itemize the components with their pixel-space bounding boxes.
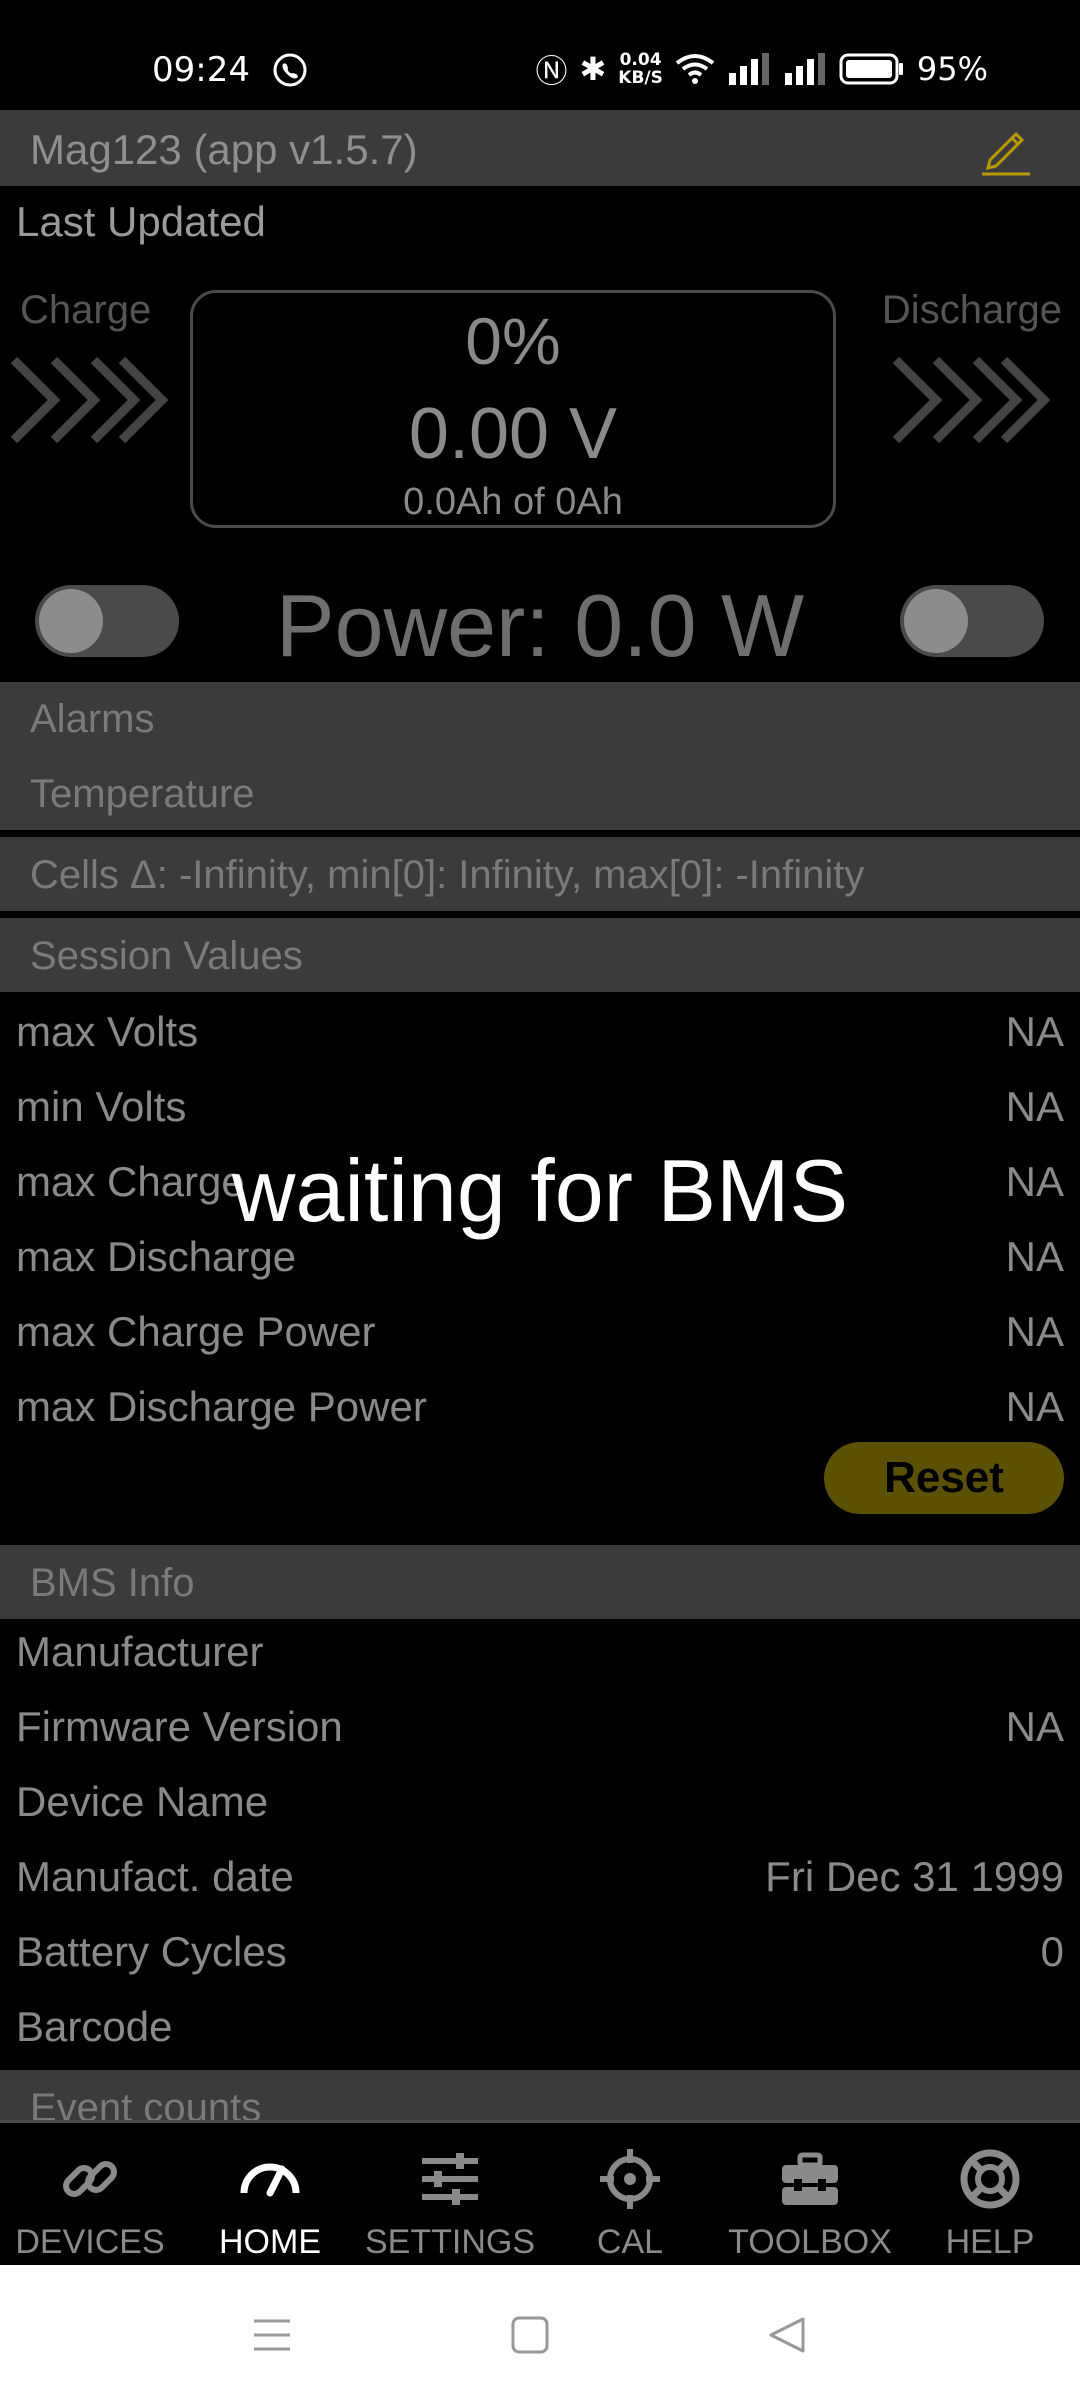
capacity-readout: 0.0Ah of 0Ah	[403, 481, 623, 523]
back-triangle-icon[interactable]	[765, 2313, 809, 2357]
nav-help[interactable]: HELP	[900, 2123, 1080, 2265]
voltage-readout: 0.00 V	[408, 394, 618, 474]
bluetooth-icon: ✱	[579, 50, 607, 88]
row-label: Device Name	[16, 1778, 269, 1825]
app-bar: Mag123 (app v1.5.7)	[0, 110, 1080, 186]
wifi-icon	[675, 54, 715, 84]
session-values-label: Session Values	[30, 934, 303, 978]
toolbox-icon	[782, 2152, 838, 2205]
event-counts-label: Event counts	[30, 2086, 262, 2120]
system-nav-bar	[0, 2265, 1080, 2400]
nav-label: DEVICES	[15, 2223, 165, 2261]
nav-label: SETTINGS	[364, 2223, 536, 2261]
row-label: Battery Cycles	[16, 1928, 287, 1975]
charge-arrows-icon	[10, 356, 168, 444]
session-row: max Volts NA	[0, 1000, 1080, 1075]
bms-row: Device Name	[0, 1770, 1080, 1845]
row-value: NA	[1005, 1008, 1064, 1055]
lifebuoy-icon	[960, 2149, 1020, 2209]
row-label: max Charge Power	[16, 1308, 376, 1355]
waiting-overlay: waiting for BMS	[231, 1141, 849, 1240]
event-counts-header[interactable]: Event counts	[0, 2070, 1080, 2120]
state-of-charge: 0%	[465, 304, 561, 378]
bms-info-label: BMS Info	[30, 1561, 195, 1605]
cells-section[interactable]: Cells Δ: -Infinity, min[0]: Infinity, ma…	[0, 837, 1080, 911]
bms-info-header[interactable]: BMS Info	[0, 1545, 1080, 1619]
viber-icon	[273, 53, 307, 87]
bms-row: Manufacturer	[0, 1620, 1080, 1695]
row-label: Manufact. date	[16, 1853, 294, 1900]
nav-label: HELP	[945, 2223, 1035, 2261]
nav-toolbox[interactable]: TOOLBOX	[720, 2123, 900, 2265]
bms-row: Battery Cycles 0	[0, 1920, 1080, 1995]
status-bar: 09:24 Ⓝ ✱ 0.04 KB/S 95%	[0, 0, 1080, 110]
alarms-label: Alarms	[30, 697, 155, 741]
battery-percent: 95%	[916, 50, 988, 88]
nav-devices[interactable]: DEVICES	[0, 2123, 180, 2265]
row-value: NA	[1005, 1083, 1064, 1130]
cells-summary: Cells Δ: -Infinity, min[0]: Infinity, ma…	[30, 853, 865, 897]
row-label: Barcode	[16, 2003, 173, 2050]
toggle-knob	[904, 589, 968, 653]
signal-icon	[728, 53, 769, 85]
row-value: Fri Dec 31 1999	[765, 1853, 1064, 1900]
nav-label: HOME	[219, 2223, 321, 2261]
bms-row: Barcode	[0, 1995, 1080, 2070]
discharge-label: Discharge	[881, 288, 1062, 332]
crosshair-icon	[600, 2149, 660, 2209]
home-square-icon[interactable]	[508, 2313, 552, 2357]
nav-cal[interactable]: CAL	[540, 2123, 720, 2265]
battery-icon	[839, 53, 903, 85]
nav-label: CAL	[596, 2223, 664, 2261]
status-icons: Ⓝ ✱ 0.04 KB/S 95%	[535, 46, 988, 92]
app-title: Mag123 (app v1.5.7)	[30, 126, 418, 173]
last-updated-label: Last Updated	[16, 198, 266, 245]
battery-gauge: 0% 0.00 V 0.0Ah of 0Ah	[190, 290, 836, 528]
signal-icon-2	[784, 53, 825, 85]
row-label: Firmware Version	[16, 1703, 343, 1750]
row-label: min Volts	[16, 1083, 187, 1130]
sliders-icon	[422, 2153, 478, 2205]
menu-icon[interactable]	[250, 2313, 294, 2357]
session-row: min Volts NA	[0, 1075, 1080, 1150]
discharge-arrows-icon	[892, 356, 1050, 444]
temperature-label: Temperature	[30, 772, 255, 816]
bms-row: Manufact. date Fri Dec 31 1999	[0, 1845, 1080, 1920]
row-label: max Volts	[16, 1008, 199, 1055]
row-value: NA	[1005, 1383, 1064, 1430]
discharge-toggle[interactable]	[900, 585, 1044, 657]
charge-label: Charge	[20, 288, 152, 332]
row-value: NA	[1005, 1308, 1064, 1355]
reset-button[interactable]: Reset	[824, 1442, 1064, 1514]
status-time: 09:24	[152, 50, 250, 90]
nav-home[interactable]: HOME	[180, 2123, 360, 2265]
session-row: max Charge Power NA	[0, 1300, 1080, 1375]
pencil-icon[interactable]	[976, 120, 1036, 180]
row-label: Manufacturer	[16, 1628, 264, 1675]
link-icon	[63, 2161, 117, 2197]
nfc-icon: Ⓝ	[535, 52, 568, 90]
nav-label: TOOLBOX	[728, 2223, 892, 2261]
nav-settings[interactable]: SETTINGS	[360, 2123, 540, 2265]
session-row: max Discharge Power NA	[0, 1375, 1080, 1450]
bottom-nav: DEVICES HOME SETTINGS CAL TOOLBOX HELP	[0, 2120, 1080, 2265]
network-speed: 0.04 KB/S	[618, 50, 663, 88]
speedometer-icon	[240, 2163, 300, 2197]
session-values-header[interactable]: Session Values	[0, 918, 1080, 992]
row-label: max Discharge Power	[16, 1383, 427, 1430]
bms-row: Firmware Version NA	[0, 1695, 1080, 1770]
row-value: NA	[1005, 1703, 1064, 1750]
row-value: 0	[1040, 1928, 1064, 1975]
alarms-section[interactable]: Alarms Temperature	[0, 682, 1080, 830]
